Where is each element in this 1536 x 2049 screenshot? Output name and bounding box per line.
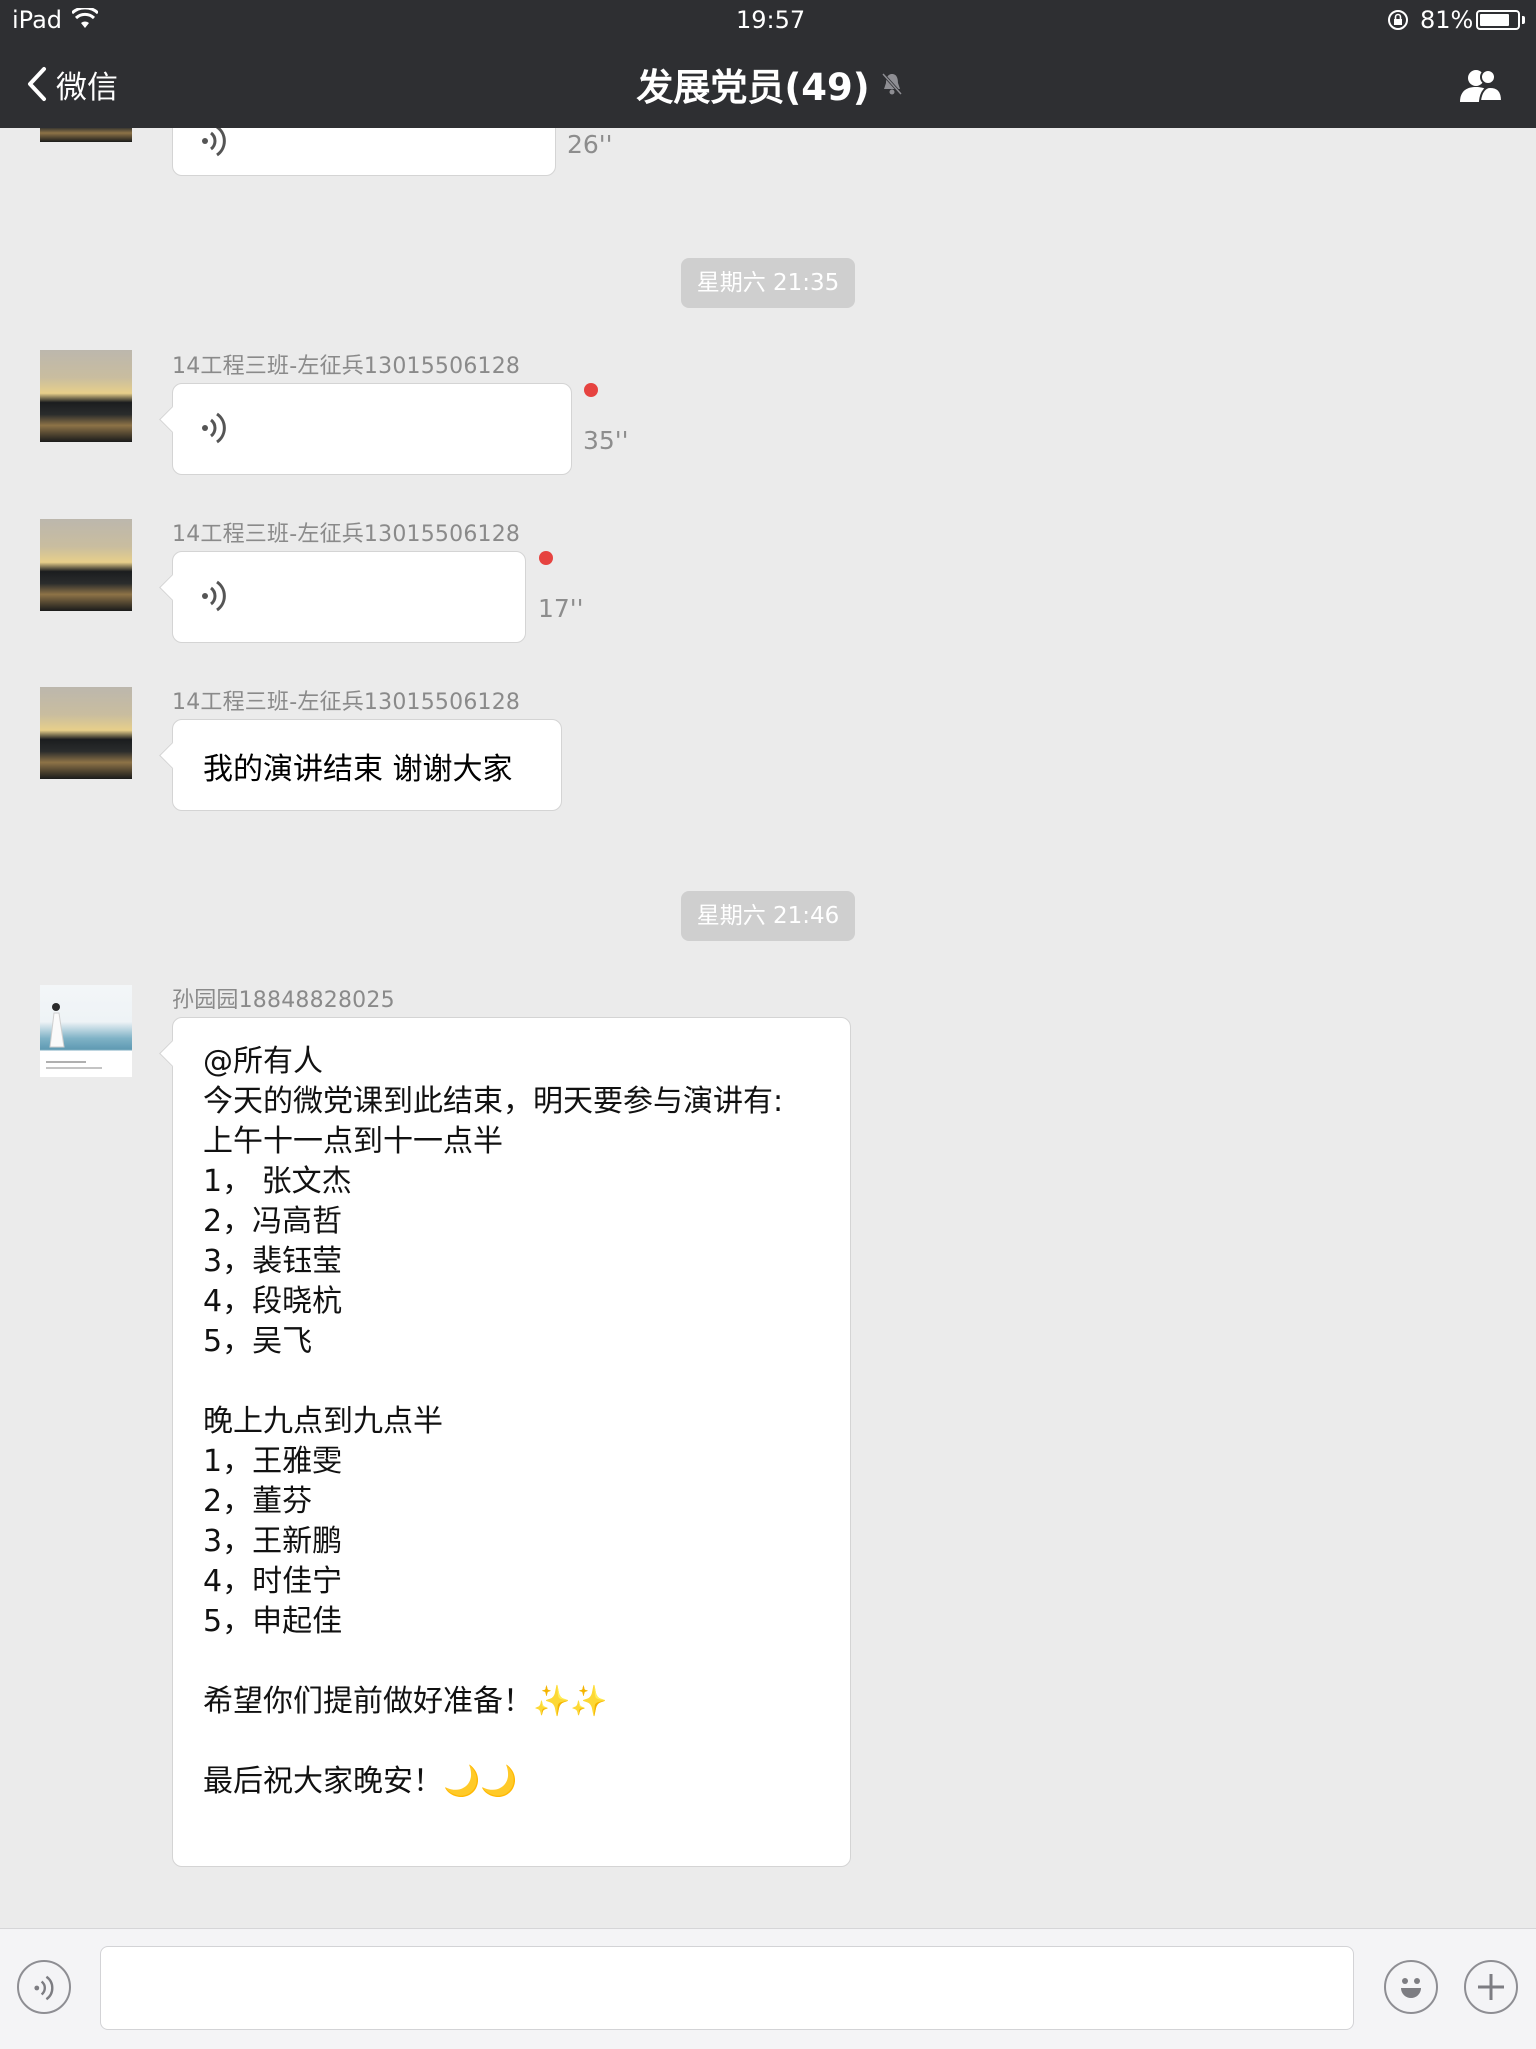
wifi-icon: [72, 8, 98, 28]
voice-bubble[interactable]: [159, 551, 526, 643]
timestamp: 星期六 21:46: [681, 891, 855, 941]
battery-icon: [1476, 10, 1520, 30]
voice-icon: [202, 412, 226, 444]
status-bar: iPad 19:57 81%: [0, 0, 1536, 40]
avatar[interactable]: [40, 128, 132, 142]
message-line: [203, 1722, 783, 1762]
back-label: 微信: [56, 69, 118, 106]
text-bubble[interactable]: @所有人今天的微党课到此结束，明天要参与演讲有: 上午十一点到十一点半 1， 张文杰…: [159, 1017, 851, 1867]
message-line: @所有人: [203, 1044, 323, 1079]
clock: 19:57: [736, 6, 806, 34]
voice-duration: 26'': [567, 130, 613, 159]
voice-duration: 17'': [538, 594, 584, 623]
message-line: 4，时佳宁: [203, 1564, 343, 1599]
bell-slash-icon: [881, 72, 902, 96]
message-line: 2，冯高哲: [203, 1204, 343, 1239]
emoji-button[interactable]: [1384, 1960, 1438, 2014]
voice-input-button[interactable]: [17, 1960, 71, 2014]
message-line: 最后祝大家晚安！🌙🌙: [203, 1764, 518, 1799]
message-line: 5，吴飞: [203, 1324, 313, 1359]
avatar[interactable]: [40, 687, 132, 779]
voice-icon: [202, 128, 226, 157]
message-line: 3，裴钰莹: [203, 1244, 343, 1279]
message-line: 今天的微党课到此结束，明天要参与演讲有:: [203, 1084, 784, 1119]
battery-percent: 81%: [1420, 6, 1474, 34]
message-line: [203, 1642, 783, 1682]
message-input[interactable]: [100, 1946, 1354, 2030]
message-line: 2，董芬: [203, 1484, 313, 1519]
message-text: 我的演讲结束 谢谢大家: [203, 752, 513, 787]
sender-name: 孙园园18848828025: [172, 988, 395, 1013]
message-line: 1，王雅雯: [203, 1444, 343, 1479]
timestamp: 星期六 21:35: [681, 258, 855, 308]
plus-icon: [1478, 1974, 1504, 2000]
smiley-icon: [1401, 1978, 1421, 1998]
message-line: 5，申起佳: [203, 1604, 343, 1639]
unread-dot: [539, 551, 553, 565]
avatar[interactable]: [40, 985, 132, 1077]
sender-name: 14工程三班-左征兵13015506128: [172, 522, 521, 547]
voice-bubble[interactable]: [172, 128, 556, 176]
chevron-left-icon: [28, 67, 46, 101]
avatar-figure: [46, 1003, 102, 1069]
message-line: 晚上九点到九点半: [203, 1404, 443, 1439]
back-button[interactable]: 微信: [26, 60, 118, 108]
avatar[interactable]: [40, 350, 132, 442]
sender-name: 14工程三班-左征兵13015506128: [172, 354, 521, 379]
device-name: iPad: [12, 6, 63, 34]
group-icon[interactable]: [1456, 68, 1504, 104]
message-text: @所有人今天的微党课到此结束，明天要参与演讲有: 上午十一点到十一点半 1， 张文杰…: [203, 1042, 783, 1802]
chat-title[interactable]: 发展党员(49): [560, 56, 980, 112]
voice-bubble[interactable]: [159, 383, 572, 475]
unread-dot: [584, 383, 598, 397]
more-button[interactable]: [1464, 1960, 1518, 2014]
nav-bar: 微信 发展党员(49): [0, 40, 1536, 128]
text-bubble[interactable]: 我的演讲结束 谢谢大家: [159, 719, 562, 811]
message-line: 4，段晓杭: [203, 1284, 343, 1319]
input-bar: [0, 1928, 1536, 2049]
voice-icon: [202, 580, 226, 612]
message-line: 1， 张文杰: [203, 1164, 352, 1199]
voice-duration: 35'': [583, 426, 629, 455]
voice-icon: [34, 1975, 54, 2001]
message-line: 希望你们提前做好准备！✨✨: [203, 1684, 608, 1719]
chat-area[interactable]: 26'' 星期六 21:35 14工程三班-左征兵13015506128 35'…: [0, 128, 1536, 1928]
page-title: 发展党员(49): [636, 66, 870, 109]
rotation-lock-icon: [1388, 10, 1408, 30]
message-line: 上午十一点到十一点半: [203, 1124, 503, 1159]
message-line: [203, 1362, 783, 1402]
battery-tip: [1522, 16, 1525, 24]
message-line: 3，王新鹏: [203, 1524, 343, 1559]
sender-name: 14工程三班-左征兵13015506128: [172, 690, 521, 715]
avatar[interactable]: [40, 519, 132, 611]
